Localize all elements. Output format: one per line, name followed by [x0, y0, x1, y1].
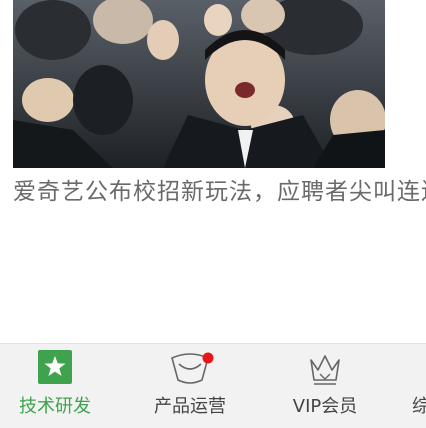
tab-tech-rd[interactable]: 技术研发: [10, 344, 100, 428]
tab-vip-member[interactable]: VIP会员: [275, 344, 375, 428]
crown-icon: [305, 350, 345, 392]
tab-label: 产品运营: [154, 396, 226, 417]
bottom-tab-bar: 技术研发 产品运营 VIP会员 综: [0, 343, 426, 428]
notification-dot: [202, 352, 214, 364]
tab-partial[interactable]: 综: [412, 396, 426, 418]
article-hero-image[interactable]: [13, 0, 385, 168]
tab-label: VIP会员: [292, 396, 358, 417]
crowd-photo: [13, 0, 385, 168]
article-headline[interactable]: 爱奇艺公布校招新玩法，应聘者尖叫连连: [13, 176, 426, 208]
star-square-icon: [38, 350, 72, 388]
tab-product-ops[interactable]: 产品运营: [140, 344, 240, 428]
tab-label: 技术研发: [19, 396, 91, 417]
chat-bubble-icon: [163, 350, 217, 392]
